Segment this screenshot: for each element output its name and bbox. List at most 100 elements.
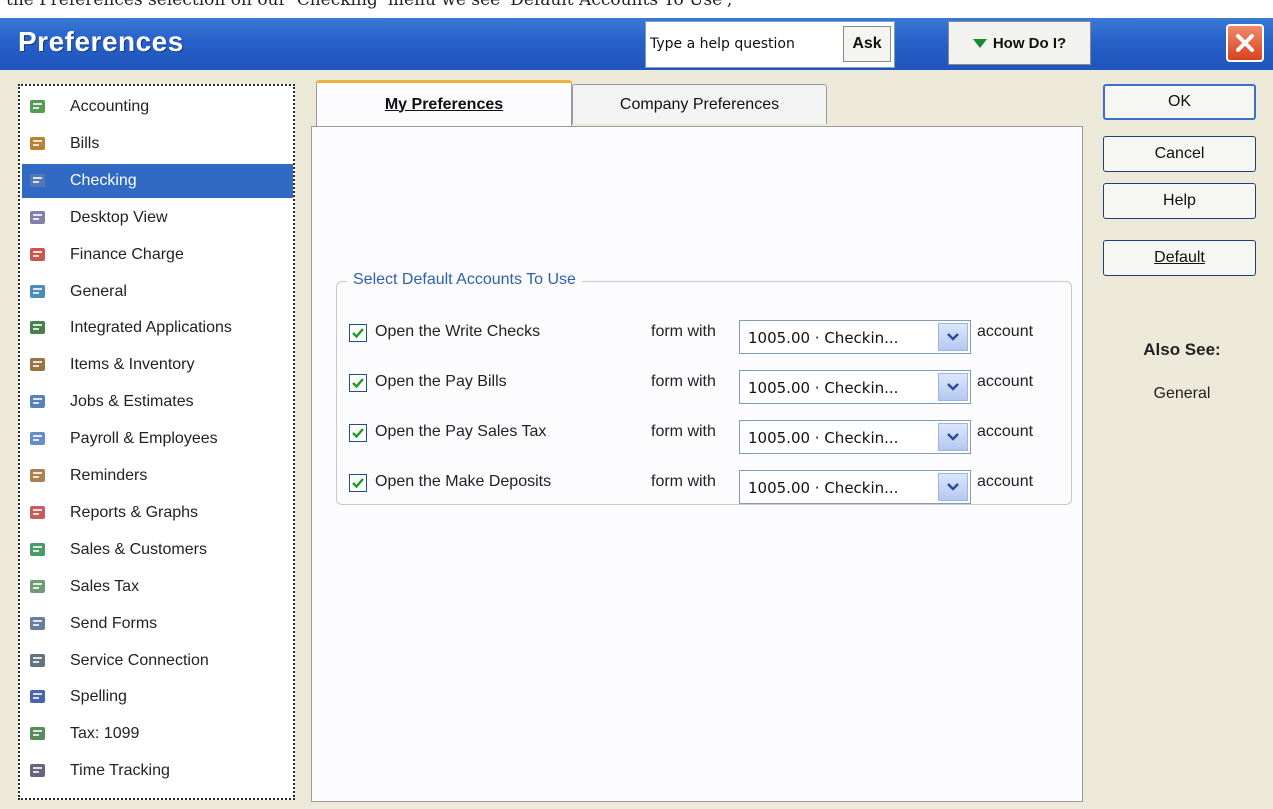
preferences-window: Preferences Ask How Do I? Accounting Bill… <box>0 18 1273 809</box>
chevron-down-icon <box>947 383 959 391</box>
sidebar-item-label: Bills <box>70 134 100 152</box>
sidebar-item-service-connection[interactable]: Service Connection <box>22 644 293 678</box>
default-button[interactable]: Default <box>1103 240 1256 276</box>
sidebar-item-label: Reports & Graphs <box>70 503 199 521</box>
form-with-label: form with <box>651 373 716 390</box>
sidebar-item-label: Checking <box>70 171 137 189</box>
how-do-i-label: How Do I? <box>992 34 1067 52</box>
account-select-value: 1005.00 · Checkin... <box>748 329 899 347</box>
tab-label: Company Preferences <box>619 95 780 113</box>
reminders-icon <box>28 466 48 486</box>
chevron-down-icon <box>947 483 959 491</box>
preferences-category-list[interactable]: Accounting Bills Checking Desktop View Finan… <box>18 84 295 800</box>
default-account-row: Open the Write Checks form with 1005.00 · … <box>337 320 1071 360</box>
dropdown-button[interactable] <box>938 473 968 501</box>
ok-button[interactable]: OK <box>1103 84 1256 120</box>
sidebar-item-bills[interactable]: Bills <box>22 127 293 161</box>
checkbox[interactable] <box>349 324 367 342</box>
sidebar-item-reports-graphs[interactable]: Reports & Graphs <box>22 496 293 530</box>
sidebar-item-label: Finance Charge <box>70 245 184 263</box>
sidebar-item-desktop-view[interactable]: Desktop View <box>22 201 293 235</box>
bills-icon <box>28 134 48 154</box>
account-select[interactable]: 1005.00 · Checkin... <box>739 470 971 504</box>
account-select[interactable]: 1005.00 · Checkin... <box>739 320 971 354</box>
account-label: account <box>977 473 1034 490</box>
dropdown-button[interactable] <box>938 323 968 351</box>
default-account-row: Open the Pay Sales Tax form with 1005.00 ·… <box>337 420 1071 460</box>
checkbox[interactable] <box>349 474 367 492</box>
account-select-value: 1005.00 · Checkin... <box>748 379 899 397</box>
sidebar-item-reminders[interactable]: Reminders <box>22 459 293 493</box>
checkbox[interactable] <box>349 424 367 442</box>
sidebar-item-spelling[interactable]: Spelling <box>22 680 293 714</box>
sidebar-item-accounting[interactable]: Accounting <box>22 90 293 124</box>
tab-label: My Preferences <box>384 95 504 113</box>
default-label: Default <box>1154 249 1205 266</box>
sidebar-item-tax-1099[interactable]: Tax: 1099 <box>22 717 293 751</box>
integrated-applications-icon <box>28 318 48 338</box>
sidebar-item-label: Jobs & Estimates <box>70 393 194 411</box>
account-label: account <box>977 373 1034 390</box>
dropdown-button[interactable] <box>938 423 968 451</box>
tab-my-preferences[interactable]: My Preferences <box>316 80 572 126</box>
dropdown-button[interactable] <box>938 373 968 401</box>
dialog-content: Accounting Bills Checking Desktop View Finan… <box>0 70 1273 809</box>
sidebar-item-sales-tax[interactable]: Sales Tax <box>22 570 293 604</box>
sidebar-item-label: Service Connection <box>70 651 209 669</box>
title-bar: Preferences Ask How Do I? <box>0 18 1273 70</box>
general-icon <box>28 282 48 302</box>
sidebar-item-label: Payroll & Employees <box>70 430 218 448</box>
chevron-down-icon <box>947 333 959 341</box>
help-search-box: Ask <box>645 21 895 68</box>
sidebar-item-label: Tax: 1099 <box>70 725 140 743</box>
account-select-value: 1005.00 · Checkin... <box>748 429 899 447</box>
sales-customers-icon <box>28 540 48 560</box>
sidebar-item-checking[interactable]: Checking <box>22 163 293 198</box>
sidebar-item-general[interactable]: General <box>22 275 293 309</box>
checkbox[interactable] <box>349 374 367 392</box>
sidebar-item-sales-customers[interactable]: Sales & Customers <box>22 533 293 567</box>
sidebar-item-integrated-applications[interactable]: Integrated Applications <box>22 311 293 345</box>
also-see-general-link[interactable]: General <box>1103 385 1261 403</box>
default-account-row: Open the Make Deposits form with 1005.00 ·… <box>337 470 1071 510</box>
sidebar-item-label: Sales & Customers <box>70 540 207 558</box>
sidebar-item-label: Accounting <box>70 98 150 115</box>
checkbox-label: Open the Write Checks <box>375 323 541 340</box>
cancel-button[interactable]: Cancel <box>1103 136 1256 172</box>
close-button[interactable] <box>1226 24 1264 62</box>
account-select[interactable]: 1005.00 · Checkin... <box>739 420 971 454</box>
payroll-employees-icon <box>28 429 48 449</box>
checking-icon <box>28 171 48 191</box>
checkmark-icon <box>352 328 364 339</box>
sidebar-item-payroll-employees[interactable]: Payroll & Employees <box>22 422 293 456</box>
sidebar-item-label: Reminders <box>70 467 148 484</box>
help-question-input[interactable] <box>650 30 838 58</box>
sidebar-item-send-forms[interactable]: Send Forms <box>22 607 293 641</box>
help-button[interactable]: Help <box>1103 183 1256 219</box>
form-with-label: form with <box>651 323 716 340</box>
tab-company-preferences[interactable]: Company Preferences <box>572 84 827 124</box>
sidebar-item-finance-charge[interactable]: Finance Charge <box>22 238 293 272</box>
sidebar-item-label: Send Forms <box>70 614 158 632</box>
checkmark-icon <box>352 378 364 389</box>
chevron-down-icon <box>947 433 959 441</box>
group-title: Select Default Accounts To Use <box>347 271 582 289</box>
time-tracking-icon <box>28 761 48 781</box>
sidebar-item-label: Desktop View <box>70 208 168 226</box>
sidebar-item-label: General <box>70 282 127 300</box>
account-label: account <box>977 323 1034 340</box>
sidebar-item-items-inventory[interactable]: Items & Inventory <box>22 348 293 382</box>
account-select[interactable]: 1005.00 · Checkin... <box>739 370 971 404</box>
reports-graphs-icon <box>28 503 48 523</box>
how-do-i-button[interactable]: How Do I? <box>948 21 1091 65</box>
checkbox-label: Open the Pay Bills <box>375 373 507 390</box>
spelling-icon <box>28 687 48 707</box>
sidebar-item-time-tracking[interactable]: Time Tracking <box>22 754 293 788</box>
account-label: account <box>977 423 1034 440</box>
checkbox-label: Open the Pay Sales Tax <box>375 423 547 440</box>
checkbox-label: Open the Make Deposits <box>375 473 552 490</box>
sidebar-item-label: Sales Tax <box>70 577 140 595</box>
default-accounts-group: Select Default Accounts To Use Open the … <box>336 271 1072 505</box>
ask-button[interactable]: Ask <box>843 26 891 62</box>
sidebar-item-jobs-estimates[interactable]: Jobs & Estimates <box>22 385 293 419</box>
